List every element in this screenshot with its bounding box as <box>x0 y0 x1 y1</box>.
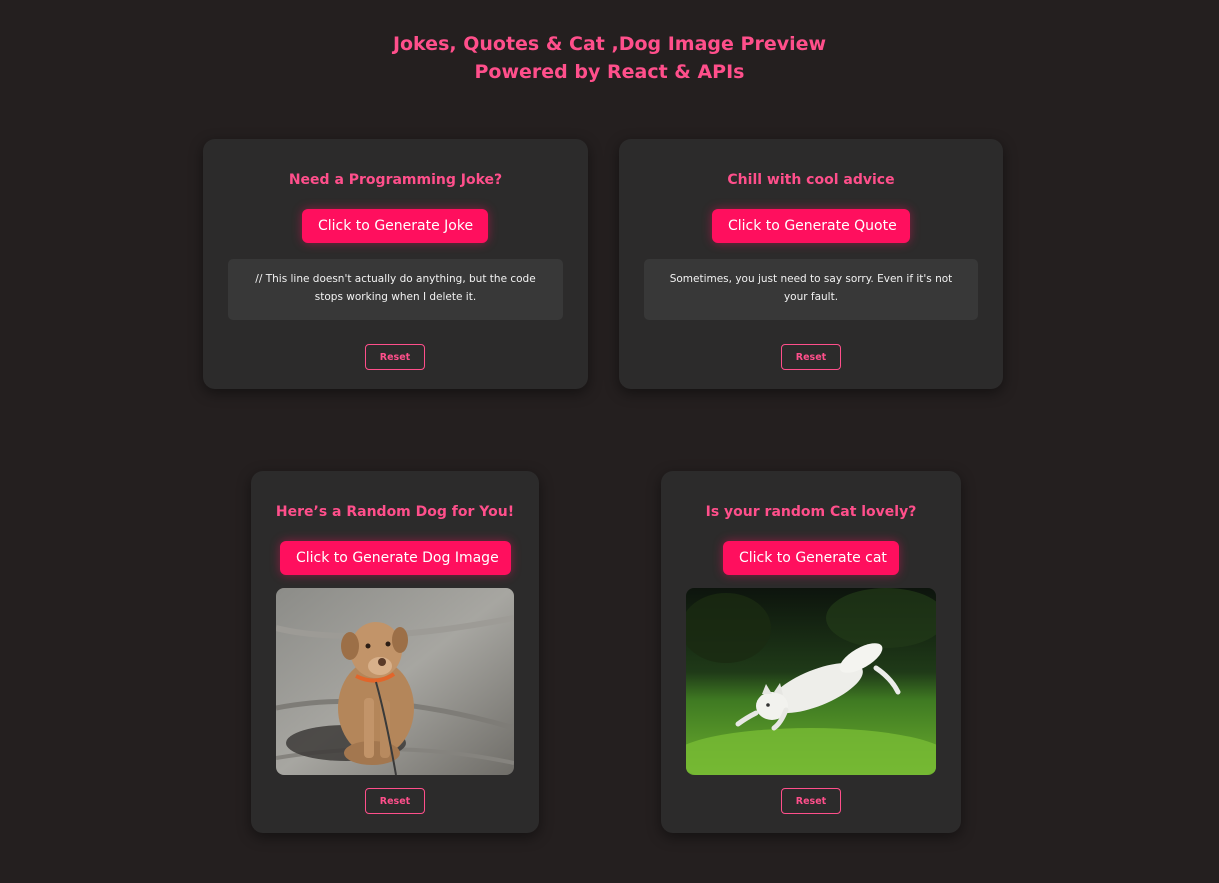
page-title: Jokes, Quotes & Cat ,Dog Image Preview <box>392 33 827 55</box>
generate-dog-image-button[interactable]: Click to Generate Dog Image <box>280 541 511 575</box>
page: Jokes, Quotes & Cat ,Dog Image Preview P… <box>0 0 1219 883</box>
dog-card-title: Here’s a Random Dog for You! <box>275 504 515 520</box>
joke-text: // This line doesn't actually do anythin… <box>228 259 563 320</box>
quote-text: Sometimes, you just need to say sorry. E… <box>644 259 978 320</box>
dog-image <box>276 588 514 775</box>
cat-reset-button[interactable]: Reset <box>781 788 841 814</box>
generate-cat-button[interactable]: Click to Generate cat <box>723 541 899 575</box>
joke-reset-button[interactable]: Reset <box>365 344 425 370</box>
joke-card: Need a Programming Joke? Click to Genera… <box>203 139 588 389</box>
quote-card-title: Chill with cool advice <box>727 172 895 188</box>
cat-image <box>686 588 936 775</box>
quote-reset-button[interactable]: Reset <box>781 344 841 370</box>
cat-card-title: Is your random Cat lovely? <box>705 504 917 520</box>
dog-reset-button[interactable]: Reset <box>365 788 425 814</box>
page-subtitle: Powered by React & APIs <box>474 61 745 83</box>
generate-joke-button[interactable]: Click to Generate Joke <box>302 209 488 243</box>
dog-card: Here’s a Random Dog for You! Click to Ge… <box>251 471 539 833</box>
cat-card: Is your random Cat lovely? Click to Gene… <box>661 471 961 833</box>
quote-card: Chill with cool advice Click to Generate… <box>619 139 1003 389</box>
page-header: Jokes, Quotes & Cat ,Dog Image Preview P… <box>0 30 1219 86</box>
generate-quote-button[interactable]: Click to Generate Quote <box>712 209 910 243</box>
joke-card-title: Need a Programming Joke? <box>288 172 503 188</box>
